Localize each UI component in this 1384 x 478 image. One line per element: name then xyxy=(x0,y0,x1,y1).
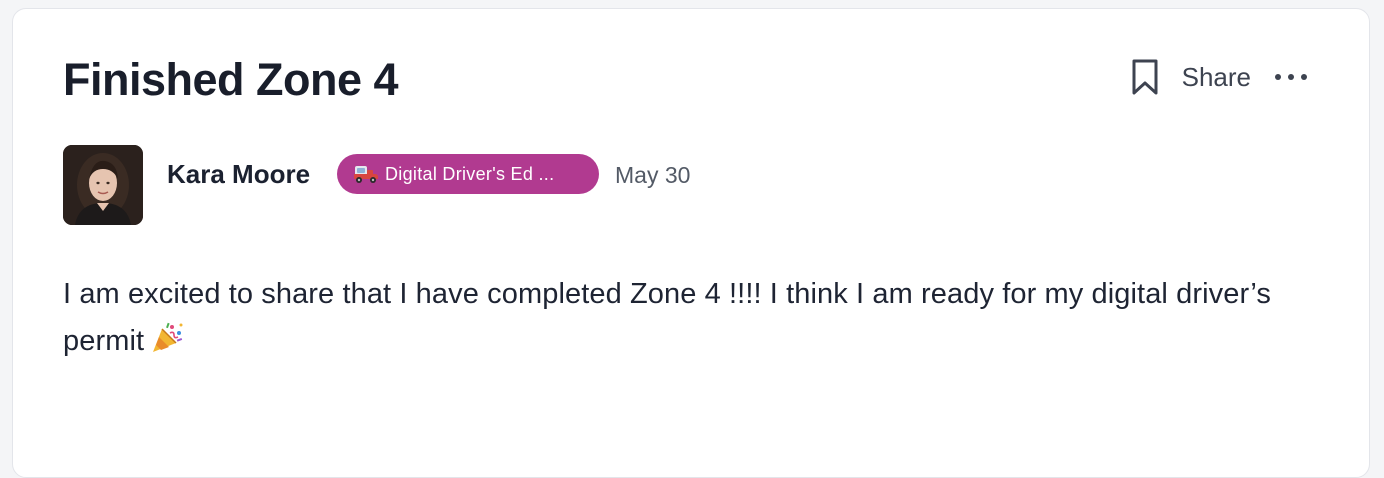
post-card: Finished Zone 4 Share Kara Moore Digital… xyxy=(12,8,1370,478)
avatar[interactable] xyxy=(63,145,143,225)
author-name[interactable]: Kara Moore xyxy=(167,157,310,191)
share-button[interactable]: Share xyxy=(1182,62,1251,93)
post-date: May 30 xyxy=(615,162,691,188)
more-horizontal-icon[interactable] xyxy=(1273,57,1309,97)
post-title: Finished Zone 4 xyxy=(63,54,399,105)
post-body-text: I am excited to share that I have comple… xyxy=(63,278,1271,357)
post-body: I am excited to share that I have comple… xyxy=(63,271,1333,365)
post-actions: Share xyxy=(1128,57,1309,97)
party-popper-icon xyxy=(150,321,184,355)
car-icon xyxy=(353,164,379,184)
bookmark-icon[interactable] xyxy=(1128,57,1162,97)
group-badge-label: Digital Driver's Ed ... xyxy=(385,163,555,184)
group-badge[interactable]: Digital Driver's Ed ... xyxy=(337,154,599,194)
